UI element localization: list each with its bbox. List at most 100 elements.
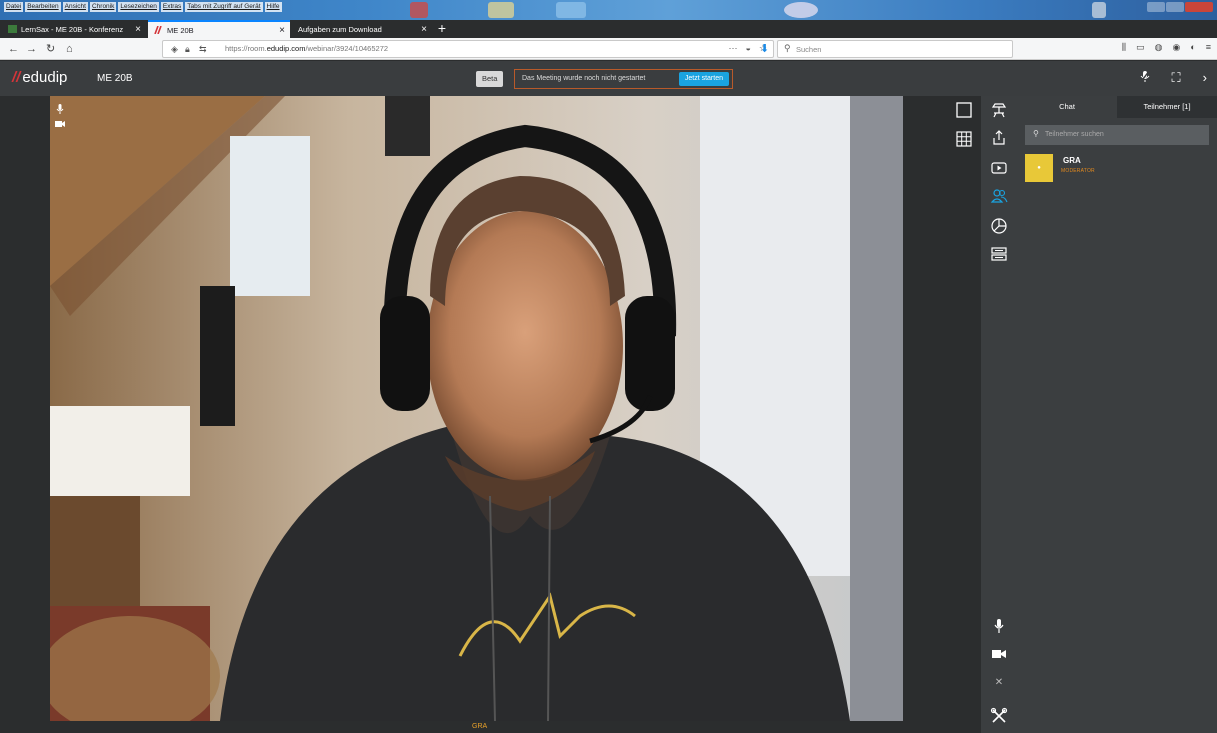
collapse-chevron-icon[interactable]: › (1203, 70, 1207, 86)
meeting-status-notice: Das Meeting wurde noch nicht gestartet J… (514, 69, 733, 89)
sidebar-icon[interactable]: ▭ (1136, 42, 1145, 53)
pocket-icon[interactable]: ◒ (745, 43, 750, 54)
minimize-button[interactable] (1147, 2, 1165, 12)
video-controls (55, 104, 65, 129)
close-tab-icon[interactable]: × (421, 24, 427, 35)
tab-me20b[interactable]: ME 20B × (148, 20, 290, 38)
presentation-icon (991, 103, 1007, 118)
tools-icon (990, 707, 1008, 723)
participant-name: GRA (1063, 156, 1081, 165)
close-tab-icon[interactable]: × (279, 25, 285, 36)
layout-column (948, 96, 981, 733)
back-icon[interactable]: ← (8, 41, 19, 57)
participant-video (50, 96, 903, 721)
tab-label: ME 20B (167, 25, 194, 35)
notice-text: Das Meeting wurde noch nicht gestartet (522, 75, 646, 82)
reload-icon[interactable]: ↻ (46, 41, 55, 57)
notes-icon (991, 247, 1007, 261)
search-bar[interactable]: ⚲ Suchen (777, 40, 1013, 58)
tab-chat[interactable]: Chat (1017, 96, 1117, 118)
window-controls (1147, 2, 1213, 12)
single-layout-icon[interactable] (956, 102, 972, 123)
taskbar-decoration (410, 2, 428, 18)
window-close-button[interactable] (1185, 2, 1213, 12)
taskbar-decoration (1092, 2, 1106, 18)
upload-icon (993, 130, 1005, 145)
participants-button[interactable] (981, 184, 1017, 208)
menu-device-tabs[interactable]: Tabs mit Zugriff auf Gerät (185, 2, 263, 12)
settings-tools-button[interactable] (981, 704, 1017, 728)
menu-view[interactable]: Ansicht (62, 2, 88, 12)
page-actions-icon[interactable]: ··· (728, 43, 737, 54)
mic-toggle-button[interactable] (981, 614, 1017, 638)
start-meeting-button[interactable]: Jetzt starten (678, 72, 729, 86)
menu-bookmarks[interactable]: Lesezeichen (118, 2, 159, 12)
new-tab-button[interactable]: + (434, 20, 450, 38)
extension-icon[interactable]: ◍ (1155, 42, 1163, 53)
room-name: ME 20B (97, 73, 133, 84)
mic-icon[interactable] (55, 104, 65, 114)
participant-search-input[interactable]: ⚲ Teilnehmer suchen (1025, 125, 1209, 145)
home-icon[interactable]: ⌂ (66, 41, 73, 57)
url-bar[interactable]: ◈ 🔒︎ ⇆ https://room.edudip.com/webinar/3… (162, 40, 774, 58)
permissions-icon[interactable]: ⇆ (199, 43, 207, 55)
menu-history[interactable]: Chronik (89, 2, 117, 12)
media-button[interactable] (981, 156, 1017, 180)
lernsax-favicon-icon (8, 25, 17, 33)
toolbar-icons: ⫼ ▭ ◍ ◉ ◐ ≡ (1122, 42, 1211, 53)
forward-icon[interactable]: → (26, 41, 37, 57)
taskbar-decoration (784, 2, 818, 18)
logo-text: edudip (22, 69, 68, 86)
menu-tools[interactable]: Extras (160, 2, 184, 12)
microphone-icon (994, 619, 1004, 633)
camera-icon[interactable] (55, 119, 65, 129)
close-tab-icon[interactable]: × (135, 24, 141, 35)
logo-mark: // (12, 69, 21, 86)
edudip-logo: // edudip (12, 69, 67, 86)
tab-aufgaben[interactable]: Aufgaben zum Download × (292, 20, 432, 38)
camera-icon (992, 650, 1006, 658)
browser-navbar: ← → ↻ ⌂ ◈ 🔒︎ ⇆ https://room.edudip.com/w… (0, 38, 1217, 60)
url-text: https://room.edudip.com/webinar/3924/104… (225, 44, 389, 53)
pie-chart-icon (991, 218, 1007, 234)
avatar: ● (1025, 154, 1053, 182)
tab-label: Aufgaben zum Download (298, 24, 382, 34)
beta-button[interactable]: Beta (476, 71, 504, 87)
camera-toggle-button[interactable] (981, 642, 1017, 666)
lock-icon[interactable]: 🔒︎ (185, 43, 190, 55)
window-titlebar: Datei Bearbeiten Ansicht Chronik Lesezei… (0, 0, 1217, 20)
shield-icon[interactable]: ◈ (171, 43, 178, 55)
participant-search-placeholder: Teilnehmer suchen (1045, 131, 1104, 138)
search-icon: ⚲ (1033, 129, 1039, 138)
fullscreen-icon[interactable]: ⛶ (1172, 70, 1181, 86)
hamburger-menu-icon[interactable]: ≡ (1206, 42, 1211, 53)
extension-icon[interactable]: ◉ (1172, 42, 1180, 53)
notes-button[interactable] (981, 242, 1017, 266)
close-media-button[interactable]: ✕ (981, 670, 1017, 694)
app-header: // edudip ME 20B Beta Das Meeting wurde … (0, 61, 1217, 96)
video-stage: GRA (0, 96, 948, 733)
menu-help[interactable]: Hilfe (264, 2, 282, 12)
menu-edit[interactable]: Bearbeiten (25, 2, 61, 12)
share-upload-button[interactable] (981, 126, 1017, 150)
search-icon: ⚲ (784, 43, 791, 53)
menu-bar: Datei Bearbeiten Ansicht Chronik Lesezei… (4, 2, 282, 12)
download-icon[interactable]: ⬇ (760, 41, 769, 57)
library-icon[interactable]: ⫼ (1122, 42, 1126, 53)
tab-participants[interactable]: Teilnehmer [1] (1117, 96, 1217, 118)
tool-column: ✕ (981, 96, 1017, 733)
panel-tabs: Chat Teilnehmer [1] (1017, 96, 1217, 118)
tab-lernsax[interactable]: LernSax - ME 20B - Konferenz × (2, 20, 146, 38)
whiteboard-button[interactable] (981, 98, 1017, 122)
participant-list-item[interactable]: ● GRA MODERATOR (1025, 154, 1209, 184)
taskbar-decoration (556, 2, 586, 18)
side-panel: Chat Teilnehmer [1] ⚲ Teilnehmer suchen … (1017, 96, 1217, 733)
grid-layout-icon[interactable] (956, 131, 972, 152)
maximize-button[interactable] (1166, 2, 1184, 12)
search-placeholder: Suchen (796, 45, 822, 54)
mic-off-icon[interactable] (1139, 70, 1150, 86)
extension-icon[interactable]: ◐ (1190, 42, 1195, 53)
participant-role: MODERATOR (1061, 168, 1095, 174)
polls-button[interactable] (981, 214, 1017, 238)
menu-file[interactable]: Datei (4, 2, 24, 12)
